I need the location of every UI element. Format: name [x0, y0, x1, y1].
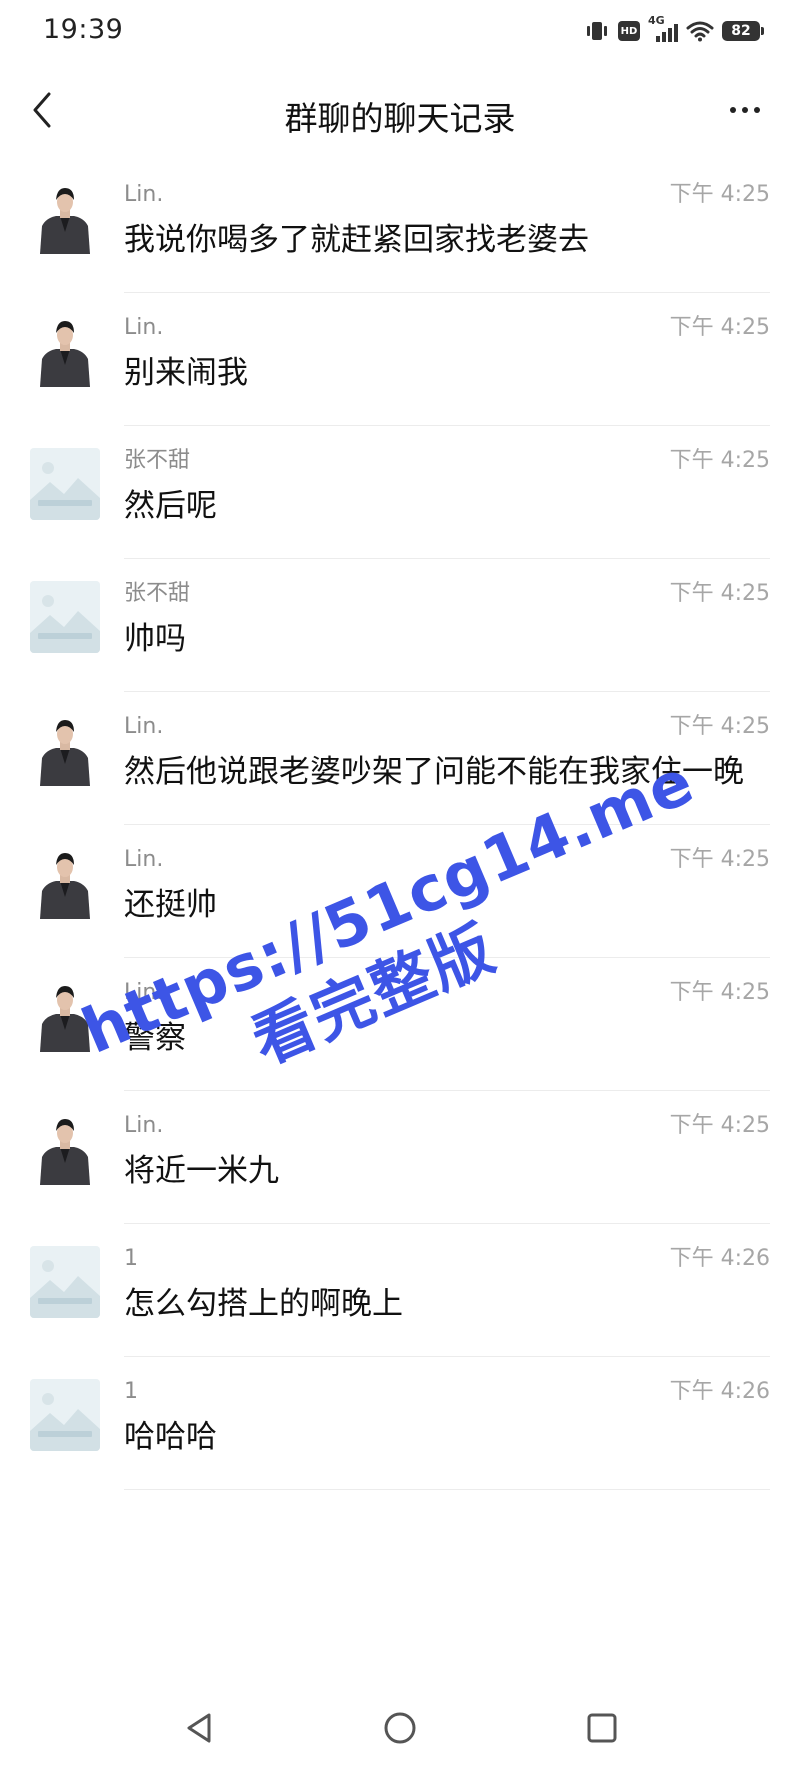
message-time: 下午 4:26: [669, 1246, 770, 1271]
more-dot: [742, 107, 748, 113]
page-title: 群聊的聊天记录: [284, 99, 516, 138]
status-time: 19:39: [43, 14, 124, 45]
avatar-placeholder[interactable]: [30, 581, 100, 653]
nav-bar: 群聊的聊天记录: [0, 64, 800, 160]
message-body: Lin. 下午 4:25 我说你喝多了就赶紧回家找老婆去: [124, 160, 770, 293]
message-time: 下午 4:25: [669, 182, 770, 207]
avatar-placeholder[interactable]: [30, 1379, 100, 1451]
message-content: 然后他说跟老婆吵架了问能不能在我家住一晚: [124, 754, 744, 790]
message-content: 将近一米九: [124, 1153, 279, 1189]
avatar-person[interactable]: [30, 980, 100, 1052]
message-content: 哈哈哈: [124, 1419, 217, 1455]
message-content: 警察: [124, 1020, 186, 1056]
message-item[interactable]: Lin. 下午 4:25 将近一米九: [0, 1091, 800, 1224]
message-item[interactable]: Lin. 下午 4:25 然后他说跟老婆吵架了问能不能在我家住一晚: [0, 692, 800, 825]
avatar-person[interactable]: [30, 714, 100, 786]
message-time: 下午 4:25: [669, 315, 770, 340]
message-content: 还挺帅: [124, 887, 217, 923]
message-item[interactable]: 1 下午 4:26 怎么勾搭上的啊晚上: [0, 1224, 800, 1357]
square-recents-icon: [587, 1713, 617, 1743]
system-back-button[interactable]: [171, 1700, 227, 1756]
message-list[interactable]: Lin. 下午 4:25 我说你喝多了就赶紧回家找老婆去 Lin. 下午 4:25 别来…: [0, 160, 800, 1490]
message-body: Lin. 下午 4:25 别来闹我: [124, 293, 770, 426]
system-recents-button[interactable]: [574, 1700, 630, 1756]
message-content: 帅吗: [124, 621, 186, 657]
message-item[interactable]: Lin. 下午 4:25 我说你喝多了就赶紧回家找老婆去: [0, 160, 800, 293]
message-time: 下午 4:25: [669, 1113, 770, 1138]
message-time: 下午 4:25: [669, 714, 770, 739]
status-icons: HD 4G 82: [584, 14, 764, 46]
battery-icon: 82: [722, 21, 764, 41]
message-body: 1 下午 4:26 哈哈哈: [124, 1357, 770, 1490]
circle-home-icon: [384, 1712, 416, 1744]
message-content: 怎么勾搭上的啊晚上: [124, 1286, 403, 1322]
more-dot: [730, 107, 736, 113]
message-body: Lin. 下午 4:25 警察: [124, 958, 770, 1091]
avatar-person[interactable]: [30, 1113, 100, 1185]
message-item[interactable]: 张不甜 下午 4:25 帅吗: [0, 559, 800, 692]
vibrate-icon: [587, 22, 607, 40]
avatar-placeholder[interactable]: [30, 448, 100, 520]
triangle-back-icon: [187, 1713, 211, 1743]
more-dot: [754, 107, 760, 113]
message-item[interactable]: Lin. 下午 4:25 警察: [0, 958, 800, 1091]
more-button[interactable]: [720, 92, 770, 128]
message-content: 别来闹我: [124, 355, 248, 391]
wifi-icon: [686, 21, 714, 42]
message-content: 然后呢: [124, 488, 217, 524]
message-content: 我说你喝多了就赶紧回家找老婆去: [124, 222, 589, 258]
avatar-placeholder[interactable]: [30, 1246, 100, 1318]
message-item[interactable]: 张不甜 下午 4:25 然后呢: [0, 426, 800, 559]
avatar-person[interactable]: [30, 182, 100, 254]
message-time: 下午 4:25: [669, 581, 770, 606]
message-item[interactable]: 1 下午 4:26 哈哈哈: [0, 1357, 800, 1490]
message-body: 1 下午 4:26 怎么勾搭上的啊晚上: [124, 1224, 770, 1357]
message-body: 张不甜 下午 4:25 帅吗: [124, 559, 770, 692]
message-body: 张不甜 下午 4:25 然后呢: [124, 426, 770, 559]
message-body: Lin. 下午 4:25 还挺帅: [124, 825, 770, 958]
message-time: 下午 4:25: [669, 980, 770, 1005]
system-home-button[interactable]: [372, 1700, 428, 1756]
signal-icon: 4G: [648, 14, 678, 44]
hd-icon: HD: [618, 21, 640, 41]
avatar-person[interactable]: [30, 315, 100, 387]
message-item[interactable]: Lin. 下午 4:25 别来闹我: [0, 293, 800, 426]
system-nav-bar: [0, 1664, 800, 1784]
message-time: 下午 4:25: [669, 847, 770, 872]
message-time: 下午 4:26: [669, 1379, 770, 1404]
message-body: Lin. 下午 4:25 然后他说跟老婆吵架了问能不能在我家住一晚: [124, 692, 770, 825]
message-item[interactable]: Lin. 下午 4:25 还挺帅: [0, 825, 800, 958]
status-bar: 19:39 HD 4G 82: [0, 0, 800, 64]
avatar-person[interactable]: [30, 847, 100, 919]
message-body: Lin. 下午 4:25 将近一米九: [124, 1091, 770, 1224]
message-time: 下午 4:25: [669, 448, 770, 473]
